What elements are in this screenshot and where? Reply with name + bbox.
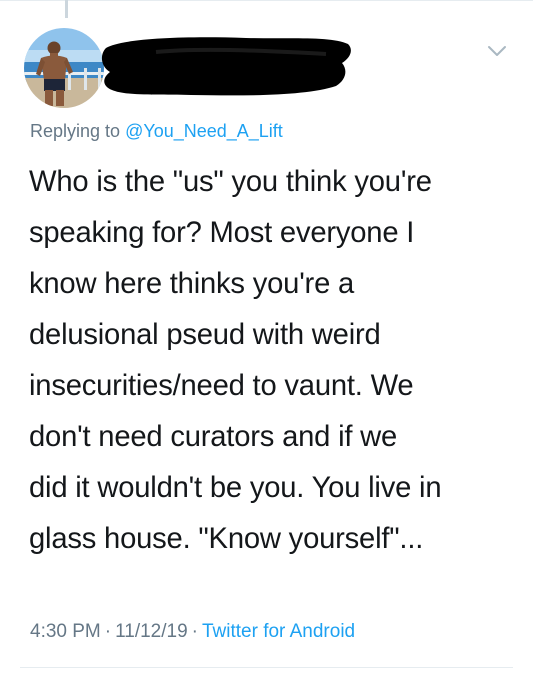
tweet-metadata: 4:30 PM · 11/12/19 · Twitter for Android	[30, 619, 355, 645]
chevron-down-icon[interactable]	[484, 42, 510, 60]
tweet-source-link[interactable]: Twitter for Android	[202, 621, 355, 642]
replying-to-label: Replying to	[30, 121, 121, 141]
tweet-text-line: did it wouldn't be you. You live in	[29, 472, 442, 504]
tweet-text-line: delusional pseud with weird	[29, 319, 381, 351]
redacted-user-name	[101, 37, 351, 96]
tweet-text-line: Who is the "us" you think you're	[29, 166, 432, 198]
tweet-text-line: know here thinks you're a	[29, 268, 355, 300]
replying-to-handle-link[interactable]: @You_Need_A_Lift	[125, 121, 283, 141]
tweet-time: 4:30 PM	[30, 621, 101, 642]
top-divider	[0, 0, 533, 1]
replying-to-line: Replying to @You_Need_A_Lift	[30, 119, 283, 143]
tweet-text: Who is the "us" you think you're speakin…	[29, 157, 509, 565]
tweet-date: 11/12/19	[115, 621, 188, 642]
meta-separator: ·	[104, 621, 112, 642]
tweet-text-line: insecurities/need to vaunt. We	[29, 370, 414, 402]
thread-connector-line	[65, 0, 68, 18]
meta-separator: ·	[191, 621, 198, 642]
avatar-photo	[24, 28, 104, 108]
tweet-text-line: glass house. "Know yourself"...	[29, 523, 424, 555]
tweet-text-line: speaking for? Most everyone I	[29, 217, 415, 249]
tweet-text-line: don't need curators and if we	[29, 421, 398, 453]
avatar[interactable]	[24, 28, 104, 108]
bottom-divider	[20, 667, 513, 668]
